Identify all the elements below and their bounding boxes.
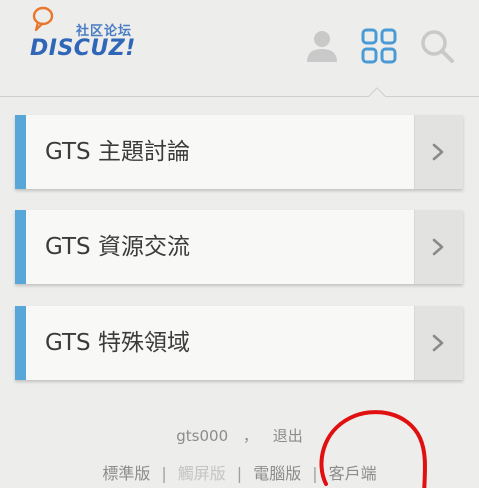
client-app-link[interactable]: 客戶端 xyxy=(329,464,377,483)
touch-version-link[interactable]: 觸屏版 xyxy=(178,464,226,483)
link-separator: | xyxy=(312,464,318,483)
forum-item-special[interactable]: GTS 特殊領域 xyxy=(15,306,463,380)
forum-item-discussion[interactable]: GTS 主題討論 xyxy=(15,115,463,189)
standard-version-link[interactable]: 標準版 xyxy=(102,464,150,483)
forum-item-arrow[interactable] xyxy=(414,210,463,284)
footer-links: 標準版 | 觸屏版 | 電腦版 | 客戶端 xyxy=(0,460,479,484)
site-header: 社区论坛 DISCUZ! xyxy=(0,0,479,97)
logo-en-text: DISCUZ! xyxy=(30,36,136,61)
search-icon[interactable] xyxy=(419,28,455,64)
chevron-right-icon xyxy=(432,334,444,352)
menu-caret-icon xyxy=(368,87,386,97)
speech-bubble-icon xyxy=(32,6,54,32)
forum-item-arrow[interactable] xyxy=(414,306,463,380)
chevron-right-icon xyxy=(432,143,444,161)
link-separator: | xyxy=(236,464,243,483)
forum-item-label: GTS 主題討論 xyxy=(45,139,190,165)
discuz-logo[interactable]: 社区论坛 DISCUZ! xyxy=(28,6,148,68)
username-link[interactable]: gts000 xyxy=(176,427,228,445)
link-separator: | xyxy=(161,464,167,483)
forum-item-label: GTS 資源交流 xyxy=(45,234,190,260)
logout-link[interactable]: 退出 xyxy=(273,425,303,446)
footer-user-line: gts000 ， 退出 xyxy=(0,425,479,446)
comma-separator: ， xyxy=(242,427,258,445)
mobile-page: 社区论坛 DISCUZ! GTS 主題討論 GTS 資源交流 GTS 特殊領域 … xyxy=(0,0,479,488)
desktop-version-link[interactable]: 電腦版 xyxy=(253,464,301,483)
user-icon[interactable] xyxy=(304,28,340,64)
forum-item-arrow[interactable] xyxy=(414,115,463,189)
chevron-right-icon xyxy=(432,238,444,256)
forum-item-resources[interactable]: GTS 資源交流 xyxy=(15,210,463,284)
grid-icon[interactable] xyxy=(361,28,397,64)
forum-item-label: GTS 特殊領域 xyxy=(45,330,190,356)
